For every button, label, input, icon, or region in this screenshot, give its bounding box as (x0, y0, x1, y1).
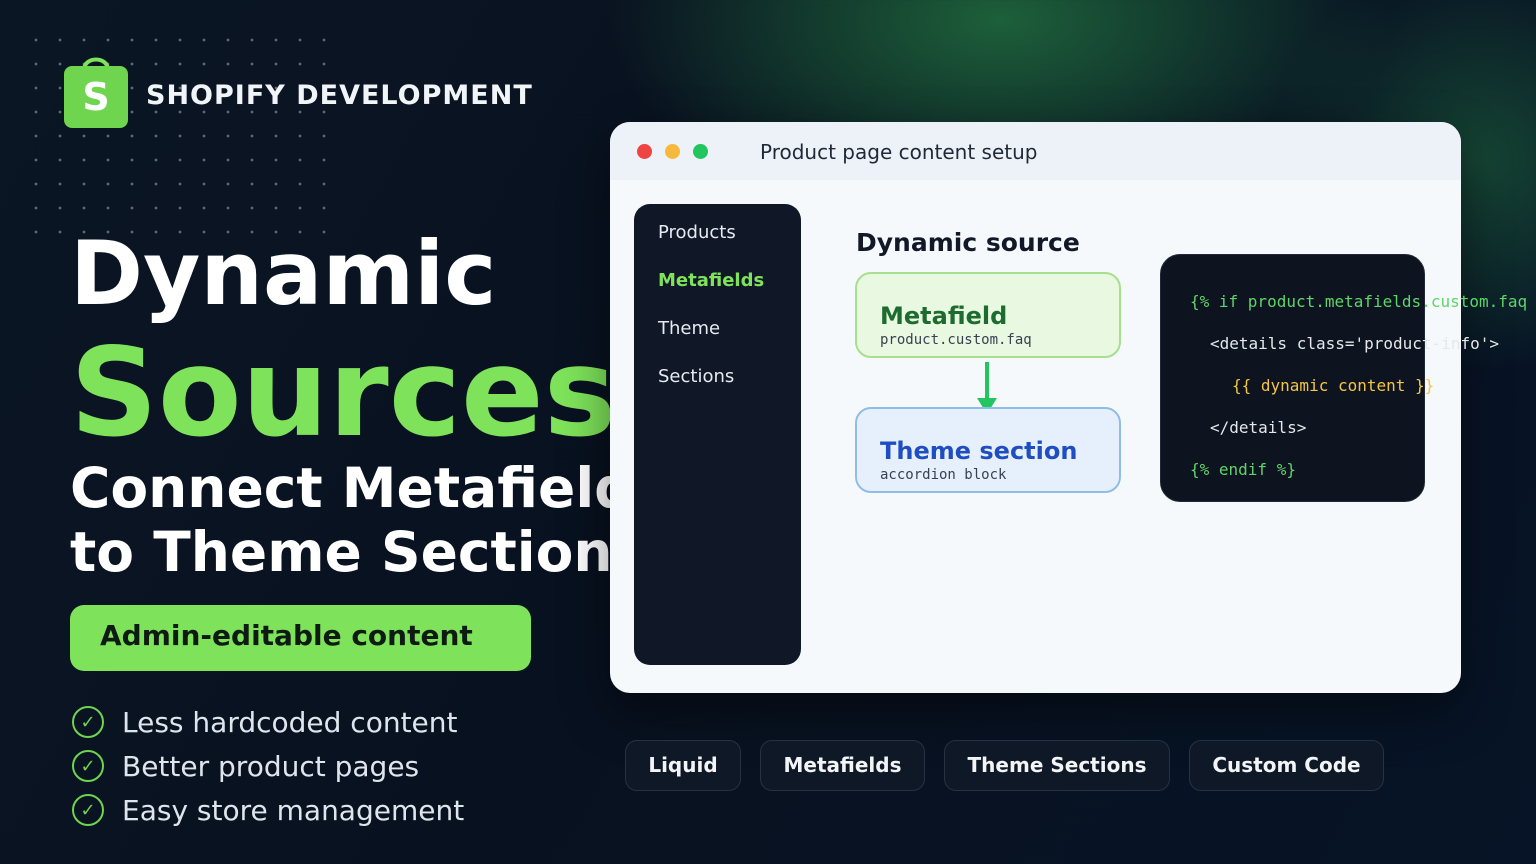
sidebar-item-theme[interactable]: Theme (658, 318, 801, 366)
tag-custom-code: Custom Code (1189, 740, 1384, 791)
shopify-bag-logo-icon: S (64, 57, 128, 128)
window-title: Product page content setup (760, 140, 1038, 164)
code-line-details-open: <details class='product-info'> (1210, 334, 1499, 353)
feature-text: Better product pages (122, 749, 420, 783)
brand-title: SHOPIFY DEVELOPMENT (146, 80, 533, 111)
tag-liquid: Liquid (625, 740, 741, 791)
metafield-card-title: Metafield (880, 302, 1008, 330)
list-item: ✓ Less hardcoded content (72, 700, 464, 744)
check-circle-icon: ✓ (72, 706, 104, 738)
tag-metafields: Metafields (760, 740, 925, 791)
code-line-dynamic-content: {{ dynamic content }} (1232, 376, 1435, 395)
dynamic-source-heading: Dynamic source (856, 228, 1080, 257)
code-line-if: {% if product.metafields.custom.faq %} (1190, 292, 1536, 311)
theme-section-card-title: Theme section (880, 437, 1078, 465)
code-line-details-close: </details> (1210, 418, 1307, 437)
tag-theme-sections: Theme Sections (944, 740, 1170, 791)
sidebar-item-products[interactable]: Products (658, 222, 801, 270)
feature-text: Less hardcoded content (122, 705, 458, 739)
hero-subtitle-line2: to Theme Sections (70, 520, 615, 584)
window-titlebar: Product page content setup (610, 122, 1461, 180)
list-item: ✓ Better product pages (72, 744, 464, 788)
hero-title-line2: Sources (70, 322, 617, 464)
minimize-window-button[interactable] (665, 144, 680, 159)
sidebar-item-metafields[interactable]: Metafields (658, 270, 801, 318)
close-window-button[interactable] (637, 144, 652, 159)
feature-list: ✓ Less hardcoded content ✓ Better produc… (72, 700, 464, 832)
hero-title-line1: Dynamic (70, 222, 497, 325)
code-line-endif: {% endif %} (1190, 460, 1296, 479)
admin-editable-pill: Admin-editable content (70, 605, 531, 671)
svg-text:S: S (82, 75, 109, 119)
check-circle-icon: ✓ (72, 750, 104, 782)
maximize-window-button[interactable] (693, 144, 708, 159)
sidebar: Products Metafields Theme Sections (634, 204, 801, 665)
metafield-card-key: product.custom.faq (880, 332, 1032, 348)
list-item: ✓ Easy store management (72, 788, 464, 832)
feature-text: Easy store management (122, 793, 465, 827)
theme-section-card[interactable]: Theme section accordion block (855, 407, 1121, 493)
hero-subtitle: Connect Metafields to Theme Sections (70, 456, 615, 584)
check-circle-icon: ✓ (72, 794, 104, 826)
theme-section-card-sub: accordion block (880, 467, 1007, 483)
sidebar-item-sections[interactable]: Sections (658, 366, 801, 414)
hero-subtitle-line1: Connect Metafields (70, 456, 615, 520)
metafield-card[interactable]: Metafield product.custom.faq (855, 272, 1121, 358)
